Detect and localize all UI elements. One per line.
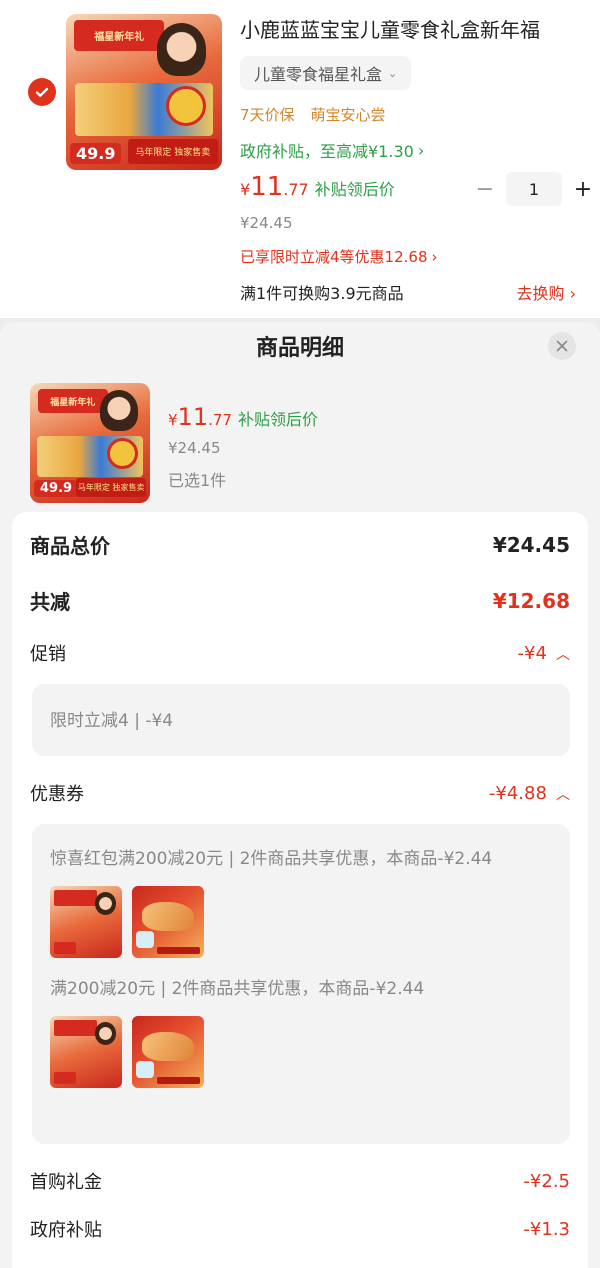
price-label: 补贴领后价 — [237, 410, 318, 429]
swap-offer: 满1件可换购3.9元商品 去换购 › — [240, 280, 576, 304]
gov-subsidy-value: -¥1.3 — [523, 1218, 570, 1240]
thumb-kid — [99, 390, 138, 431]
reduce-value: ¥12.68 — [492, 588, 570, 613]
reduce-row: 共减 ¥12.68 — [30, 586, 570, 615]
gov-subsidy-row: 政府补贴 -¥1.3 — [30, 1216, 570, 1242]
thumb-part — [94, 891, 117, 915]
sheet-product-image: 福星新年礼 49.9 马年限定 独家售卖 — [30, 383, 150, 503]
promo-item: 限时立减4 | -¥4 — [50, 711, 174, 731]
thumb-part — [156, 946, 200, 954]
discount-detail-text: 已享限时立减4等优惠12.68 — [240, 248, 428, 266]
coupon-value: -¥4.88 — [488, 782, 547, 804]
close-icon — [556, 340, 568, 352]
thumb-part — [142, 901, 194, 931]
chevron-right-icon: › — [431, 247, 438, 266]
product-image[interactable]: 福星新年礼 49.9 马年限定 独家售卖 — [66, 14, 222, 170]
gov-subsidy-label: 政府补贴 — [30, 1220, 102, 1241]
price-currency: ¥ — [240, 180, 251, 199]
thumb-part — [142, 1031, 194, 1061]
coupon-item: 满200减20元 | 2件商品共享优惠，本商品-¥2.44 — [50, 979, 425, 999]
thumb-part — [54, 890, 98, 906]
variant-label: 儿童零食福星礼盒 — [254, 65, 383, 84]
subsidy-price: ¥ 11 .77 补贴领后价 — [240, 172, 395, 202]
selected-count: 已选1件 — [168, 471, 227, 490]
promo-value: -¥4 — [517, 642, 547, 664]
promo-row[interactable]: 促销 -¥4 ︿ — [30, 640, 570, 666]
price-integer: 11 — [250, 172, 284, 202]
swap-text: 满1件可换购3.9元商品 — [240, 284, 404, 303]
total-row: 商品总价 ¥24.45 — [30, 530, 570, 559]
coupon-product-thumb — [50, 886, 122, 958]
coupon-product-thumb — [132, 886, 204, 958]
thumb-part — [54, 1020, 98, 1036]
thumb-part — [136, 1060, 154, 1078]
service-tag: 7天价保 — [240, 106, 295, 124]
service-tags: 7天价保 萌宝安心尝 — [240, 104, 386, 125]
close-button[interactable] — [548, 332, 576, 360]
sheet-subsidy-price: ¥ 11 .77 补贴领后价 — [168, 403, 318, 431]
coupon-products — [50, 886, 552, 958]
coupon-label: 优惠券 — [30, 784, 84, 805]
reduce-label: 共减 — [30, 590, 70, 614]
select-checkbox[interactable] — [28, 78, 56, 106]
promo-panel: 限时立减4 | -¥4 — [32, 684, 570, 756]
product-title[interactable]: 小鹿蓝蓝宝宝儿童零食礼盒新年福 — [240, 14, 590, 43]
original-price: ¥24.45 — [240, 214, 293, 232]
decrease-button[interactable]: − — [474, 177, 496, 202]
thumb-part — [94, 1021, 117, 1045]
price-decimal: .77 — [283, 180, 309, 199]
chevron-down-icon: ⌄ — [388, 66, 398, 80]
thumb-title: 福星新年礼 — [38, 389, 108, 413]
coupon-panel: 惊喜红包满200减20元 | 2件商品共享优惠，本商品-¥2.44 满200减2… — [32, 824, 570, 1144]
total-value: ¥24.45 — [492, 532, 570, 557]
sheet-original-price: ¥24.45 — [168, 439, 221, 457]
promo-value-group: -¥4 ︿ — [518, 643, 571, 664]
price-label: 补贴领后价 — [314, 180, 395, 199]
coupon-item: 惊喜红包满200减20元 | 2件商品共享优惠，本商品-¥2.44 — [50, 849, 493, 869]
swap-link-label: 去换购 — [516, 284, 565, 303]
service-tag: 萌宝安心尝 — [310, 106, 386, 124]
quantity-field[interactable]: 1 — [506, 172, 562, 206]
thumb-title: 福星新年礼 — [74, 20, 165, 52]
variant-selector[interactable]: 儿童零食福星礼盒 ⌄ — [240, 56, 412, 90]
thumb-kid — [156, 23, 207, 77]
thumb-part — [156, 1076, 200, 1084]
thumb-part — [54, 1072, 76, 1084]
first-purchase-row: 首购礼金 -¥2.5 — [30, 1168, 570, 1194]
swap-link[interactable]: 去换购 › — [517, 280, 577, 304]
chevron-up-icon: ︿ — [556, 786, 570, 803]
check-icon — [35, 87, 49, 97]
thumb-part — [54, 942, 76, 954]
sheet-title: 商品明细 — [255, 336, 344, 361]
thumb-part — [136, 930, 154, 948]
price-decimal: .77 — [208, 411, 232, 429]
chevron-up-icon: ︿ — [556, 646, 570, 663]
total-label: 商品总价 — [30, 534, 110, 558]
first-purchase-label: 首购礼金 — [30, 1172, 102, 1193]
gov-subsidy-link[interactable]: 政府补贴，至高减¥1.30 › — [240, 138, 424, 162]
cart-item-card: 福星新年礼 49.9 马年限定 独家售卖 小鹿蓝蓝宝宝儿童零食礼盒新年福 儿童零… — [0, 0, 600, 318]
coupon-products — [50, 1016, 552, 1088]
coupon-product-thumb — [50, 1016, 122, 1088]
coupon-value-group: -¥4.88 ︿ — [489, 783, 570, 804]
thumb-price-tag: 49.9 — [34, 480, 79, 497]
quantity-stepper: − 1 + — [474, 172, 594, 206]
discount-detail-link[interactable]: 已享限时立减4等优惠12.68 › — [240, 246, 438, 267]
price-integer: 11 — [177, 403, 209, 431]
thumb-ribbon: 马年限定 独家售卖 — [127, 139, 218, 164]
coupon-row[interactable]: 优惠券 -¥4.88 ︿ — [30, 780, 570, 806]
chevron-right-icon: › — [417, 140, 425, 160]
first-purchase-value: -¥2.5 — [523, 1170, 570, 1192]
price-currency: ¥ — [168, 411, 178, 429]
promo-label: 促销 — [30, 644, 66, 665]
increase-button[interactable]: + — [572, 177, 594, 202]
thumb-price-tag: 49.9 — [70, 143, 122, 164]
thumb-ribbon: 马年限定 独家售卖 — [76, 477, 146, 497]
coupon-product-thumb — [132, 1016, 204, 1088]
gov-subsidy-text: 政府补贴，至高减¥1.30 — [240, 142, 414, 161]
